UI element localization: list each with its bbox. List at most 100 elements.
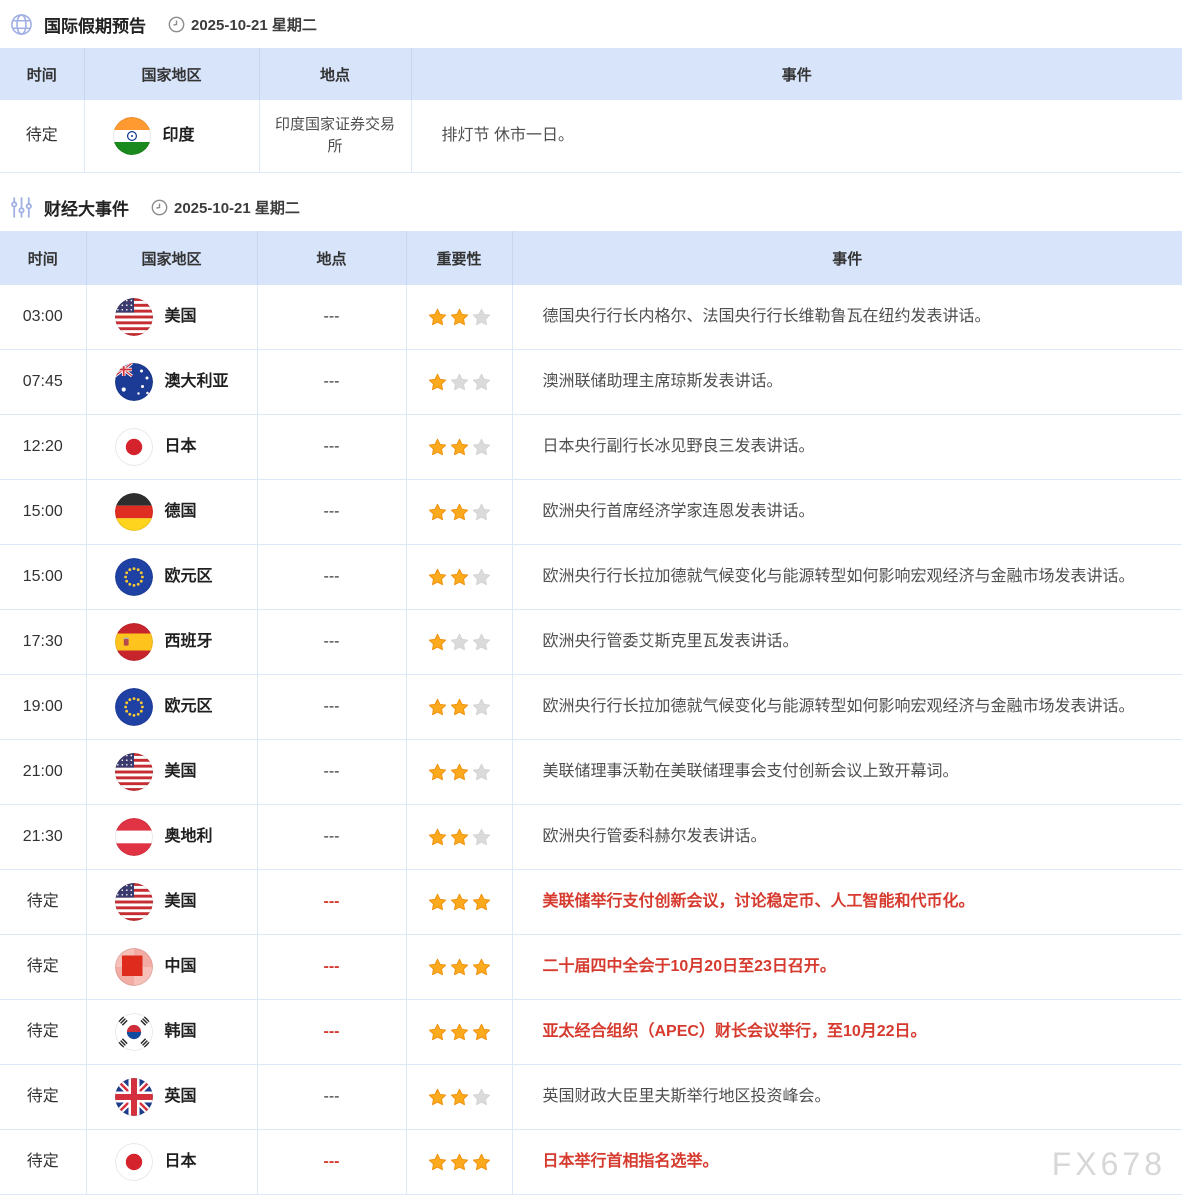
event-time: 21:30	[0, 805, 86, 870]
star-filled-icon	[428, 1088, 447, 1106]
holiday-column-2: 地点	[259, 48, 411, 100]
country-name: 欧元区	[165, 695, 213, 719]
star-filled-icon	[450, 893, 469, 911]
star-empty-icon	[472, 373, 491, 391]
event-location: ---	[257, 1065, 406, 1130]
event-location: ---	[257, 1000, 406, 1065]
event-text: 二十届四中全会于10月20日至23日召开。	[512, 935, 1182, 1000]
flag-us-icon	[115, 298, 153, 336]
star-filled-icon	[450, 568, 469, 586]
star-filled-icon	[472, 958, 491, 976]
importance-stars	[406, 480, 512, 545]
star-filled-icon	[428, 373, 447, 391]
star-filled-icon	[428, 568, 447, 586]
event-text: 美联储理事沃勒在美联储理事会支付创新会议上致开幕词。	[512, 740, 1182, 805]
star-empty-icon	[450, 633, 469, 651]
event-country: 日本	[86, 415, 257, 480]
holiday-table-header-row: 时间国家地区地点事件	[0, 48, 1182, 100]
star-empty-icon	[472, 698, 491, 716]
star-filled-icon	[472, 1023, 491, 1041]
holiday-column-1: 国家地区	[84, 48, 259, 100]
event-time: 21:00	[0, 740, 86, 805]
importance-stars	[406, 1130, 512, 1195]
events-table: 时间国家地区地点重要性事件 03:00美国---德国央行行长内格尔、法国央行行长…	[0, 231, 1182, 1195]
event-location: ---	[257, 1130, 406, 1195]
star-empty-icon	[472, 503, 491, 521]
importance-stars	[406, 1065, 512, 1130]
event-time: 12:20	[0, 415, 86, 480]
event-row: 15:00欧元区---欧洲央行行长拉加德就气候变化与能源转型如何影响宏观经济与金…	[0, 545, 1182, 610]
flag-in-icon	[113, 117, 151, 155]
star-filled-icon	[428, 893, 447, 911]
event-location: ---	[257, 610, 406, 675]
event-text: 德国央行行长内格尔、法国央行行长维勒鲁瓦在纽约发表讲话。	[512, 285, 1182, 350]
country-name: 日本	[165, 1150, 197, 1174]
event-row: 07:45澳大利亚---澳洲联储助理主席琼斯发表讲话。	[0, 350, 1182, 415]
event-time: 15:00	[0, 545, 86, 610]
flag-de-icon	[115, 493, 153, 531]
holiday-location: 印度国家证券交易所	[259, 100, 411, 173]
event-location: ---	[257, 285, 406, 350]
event-location: ---	[257, 675, 406, 740]
importance-stars	[406, 1000, 512, 1065]
holiday-column-0: 时间	[0, 48, 84, 100]
event-time: 待定	[0, 1130, 86, 1195]
event-row: 待定韩国---亚太经合组织（APEC）财长会议举行，至10月22日。	[0, 1000, 1182, 1065]
event-time: 待定	[0, 1065, 86, 1130]
event-time: 07:45	[0, 350, 86, 415]
importance-stars	[406, 740, 512, 805]
event-text: 欧洲央行行长拉加德就气候变化与能源转型如何影响宏观经济与金融市场发表讲话。	[512, 545, 1182, 610]
star-filled-icon	[450, 438, 469, 456]
event-text: 英国财政大臣里夫斯举行地区投资峰会。	[512, 1065, 1182, 1130]
event-row: 21:30奥地利---欧洲央行管委科赫尔发表讲话。	[0, 805, 1182, 870]
event-location: ---	[257, 480, 406, 545]
country-name: 欧元区	[165, 565, 213, 589]
flag-us-icon	[115, 753, 153, 791]
country-name: 西班牙	[165, 630, 213, 654]
event-row: 待定美国---美联储举行支付创新会议，讨论稳定币、人工智能和代币化。	[0, 870, 1182, 935]
star-filled-icon	[472, 893, 491, 911]
holiday-time: 待定	[0, 100, 84, 173]
star-filled-icon	[450, 1088, 469, 1106]
star-filled-icon	[428, 308, 447, 326]
flag-kr-icon	[115, 1013, 153, 1051]
event-location: ---	[257, 740, 406, 805]
flag-au-icon	[115, 363, 153, 401]
star-filled-icon	[428, 1023, 447, 1041]
holiday-country: 印度	[84, 100, 259, 173]
country-name: 韩国	[165, 1020, 197, 1044]
star-filled-icon	[428, 958, 447, 976]
star-filled-icon	[472, 1153, 491, 1171]
event-row: 03:00 美国 --- 德国央行行长内格尔、法国央行行长维勒鲁瓦在纽约发表讲话。	[0, 285, 1182, 350]
clock-icon	[151, 199, 168, 216]
events-column-2: 地点	[257, 231, 406, 285]
events-section-header: 财经大事件 2025-10-21 星期二	[0, 183, 1182, 231]
event-location: ---	[257, 415, 406, 480]
country-name: 英国	[165, 1085, 197, 1109]
event-location: ---	[257, 870, 406, 935]
flag-eu-icon	[115, 688, 153, 726]
country-name: 美国	[165, 890, 197, 914]
event-country: 中国	[86, 935, 257, 1000]
flag-gb-icon	[115, 1078, 153, 1116]
star-filled-icon	[450, 828, 469, 846]
event-row: 17:30西班牙---欧洲央行管委艾斯克里瓦发表讲话。	[0, 610, 1182, 675]
events-column-3: 重要性	[406, 231, 512, 285]
events-date-text: 2025-10-21 星期二	[174, 197, 300, 218]
country-name: 美国	[165, 305, 197, 329]
event-location: ---	[257, 805, 406, 870]
flag-at-icon	[115, 818, 153, 856]
country-name: 美国	[165, 760, 197, 784]
event-time: 03:00	[0, 285, 86, 350]
importance-stars	[406, 285, 512, 350]
flag-es-icon	[115, 623, 153, 661]
event-country: 韩国	[86, 1000, 257, 1065]
event-country: 日本	[86, 1130, 257, 1195]
star-filled-icon	[450, 1023, 469, 1041]
event-time: 待定	[0, 1000, 86, 1065]
clock-icon	[168, 16, 185, 33]
events-column-0: 时间	[0, 231, 86, 285]
country-name: 奥地利	[165, 825, 213, 849]
importance-stars	[406, 415, 512, 480]
events-column-4: 事件	[512, 231, 1182, 285]
